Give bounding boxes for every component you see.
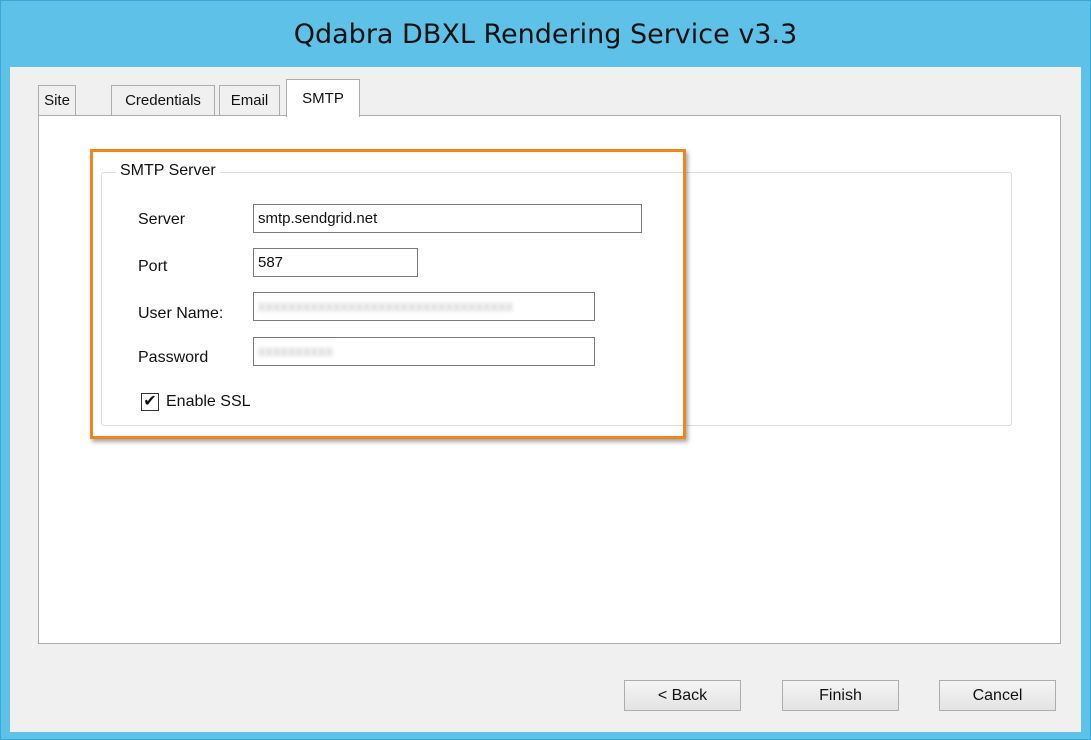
password-label: Password [138,349,209,366]
cancel-button[interactable]: Cancel [939,680,1056,711]
back-button[interactable]: < Back [624,680,741,711]
tab-panel-smtp: SMTP Server Server smtp.sendgrid.net Por… [38,115,1061,644]
dialog-client-area: Site Credentials Email SMTP SMTP Server … [10,67,1081,732]
username-value: xxxxxxxxxxxxxxxxxxxxxxxxxxxxxxxxxx [258,298,513,315]
enable-ssl-label[interactable]: Enable SSL [166,393,251,411]
server-label: Server [138,211,186,228]
username-label: User Name: [138,305,224,322]
username-input[interactable]: xxxxxxxxxxxxxxxxxxxxxxxxxxxxxxxxxx [253,292,595,321]
tab-site[interactable]: Site [38,85,76,115]
password-value: xxxxxxxxxx [258,343,333,360]
checkmark-icon: ✔ [143,393,157,410]
enable-ssl-checkbox[interactable]: ✔ [141,393,159,411]
tab-credentials[interactable]: Credentials [111,85,215,115]
finish-button[interactable]: Finish [782,680,899,711]
window-title: Qdabra DBXL Rendering Service v3.3 [293,18,798,50]
server-input[interactable]: smtp.sendgrid.net [253,204,642,233]
tab-smtp[interactable]: SMTP [286,79,360,117]
dialog-window: Qdabra DBXL Rendering Service v3.3 Site … [0,0,1091,740]
password-input[interactable]: xxxxxxxxxx [253,337,595,366]
group-title: SMTP Server [116,162,220,180]
smtp-server-group: SMTP Server Server smtp.sendgrid.net Por… [101,162,1012,426]
port-label: Port [138,258,168,275]
port-input[interactable]: 587 [253,248,418,277]
tab-email[interactable]: Email [219,85,280,115]
